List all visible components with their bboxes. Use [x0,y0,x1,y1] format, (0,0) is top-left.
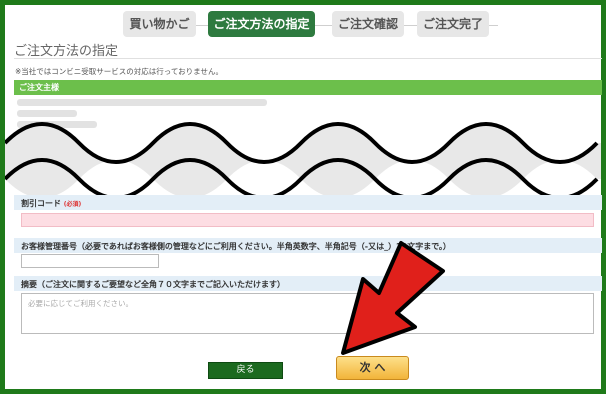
orderer-section-label: ご注文主様 [19,83,59,92]
discount-code-input[interactable] [21,213,594,227]
discount-code-label: 割引コード (必須) [21,199,82,208]
orderer-section-header: ご注文主様 [14,80,602,95]
torn-edge-wave [5,122,601,197]
notes-label: 摘要（ご注文に関するご要望など全角７０文字までご記入いただけます） [21,280,285,289]
title-divider [14,58,602,59]
step-order-method: ご注文方法の指定 [208,11,315,37]
page-title: ご注文方法の指定 [14,44,119,59]
notice-text: ※当社ではコンビニ受取サービスの対応は行っておりません。 [15,67,223,76]
step-cart: 買い物かご [123,11,196,37]
required-badge: (必須) [63,201,82,208]
back-button[interactable]: 戻る [208,362,283,379]
notes-textarea[interactable]: 必要に応じてご利用ください。 [21,293,594,334]
step-complete: ご注文完了 [417,11,489,37]
customer-mgmt-input[interactable] [21,254,159,268]
customer-mgmt-label-band: お客様管理番号（必要であればお客様側の管理などにご利用ください。半角英数字、半角… [14,238,602,253]
step-confirm: ご注文確認 [332,11,404,37]
notes-label-band: 摘要（ご注文に関するご要望など全角７０文字までご記入いただけます） [14,276,602,291]
pointer-arrow-icon [341,241,445,355]
screenshot-frame: 買い物かご ご注文方法の指定 ご注文確認 ご注文完了 ご注文方法の指定 ※当社で… [0,0,606,394]
discount-code-label-band: 割引コード (必須) [14,195,602,210]
order-steps: 買い物かご ご注文方法の指定 ご注文確認 ご注文完了 [5,8,601,38]
